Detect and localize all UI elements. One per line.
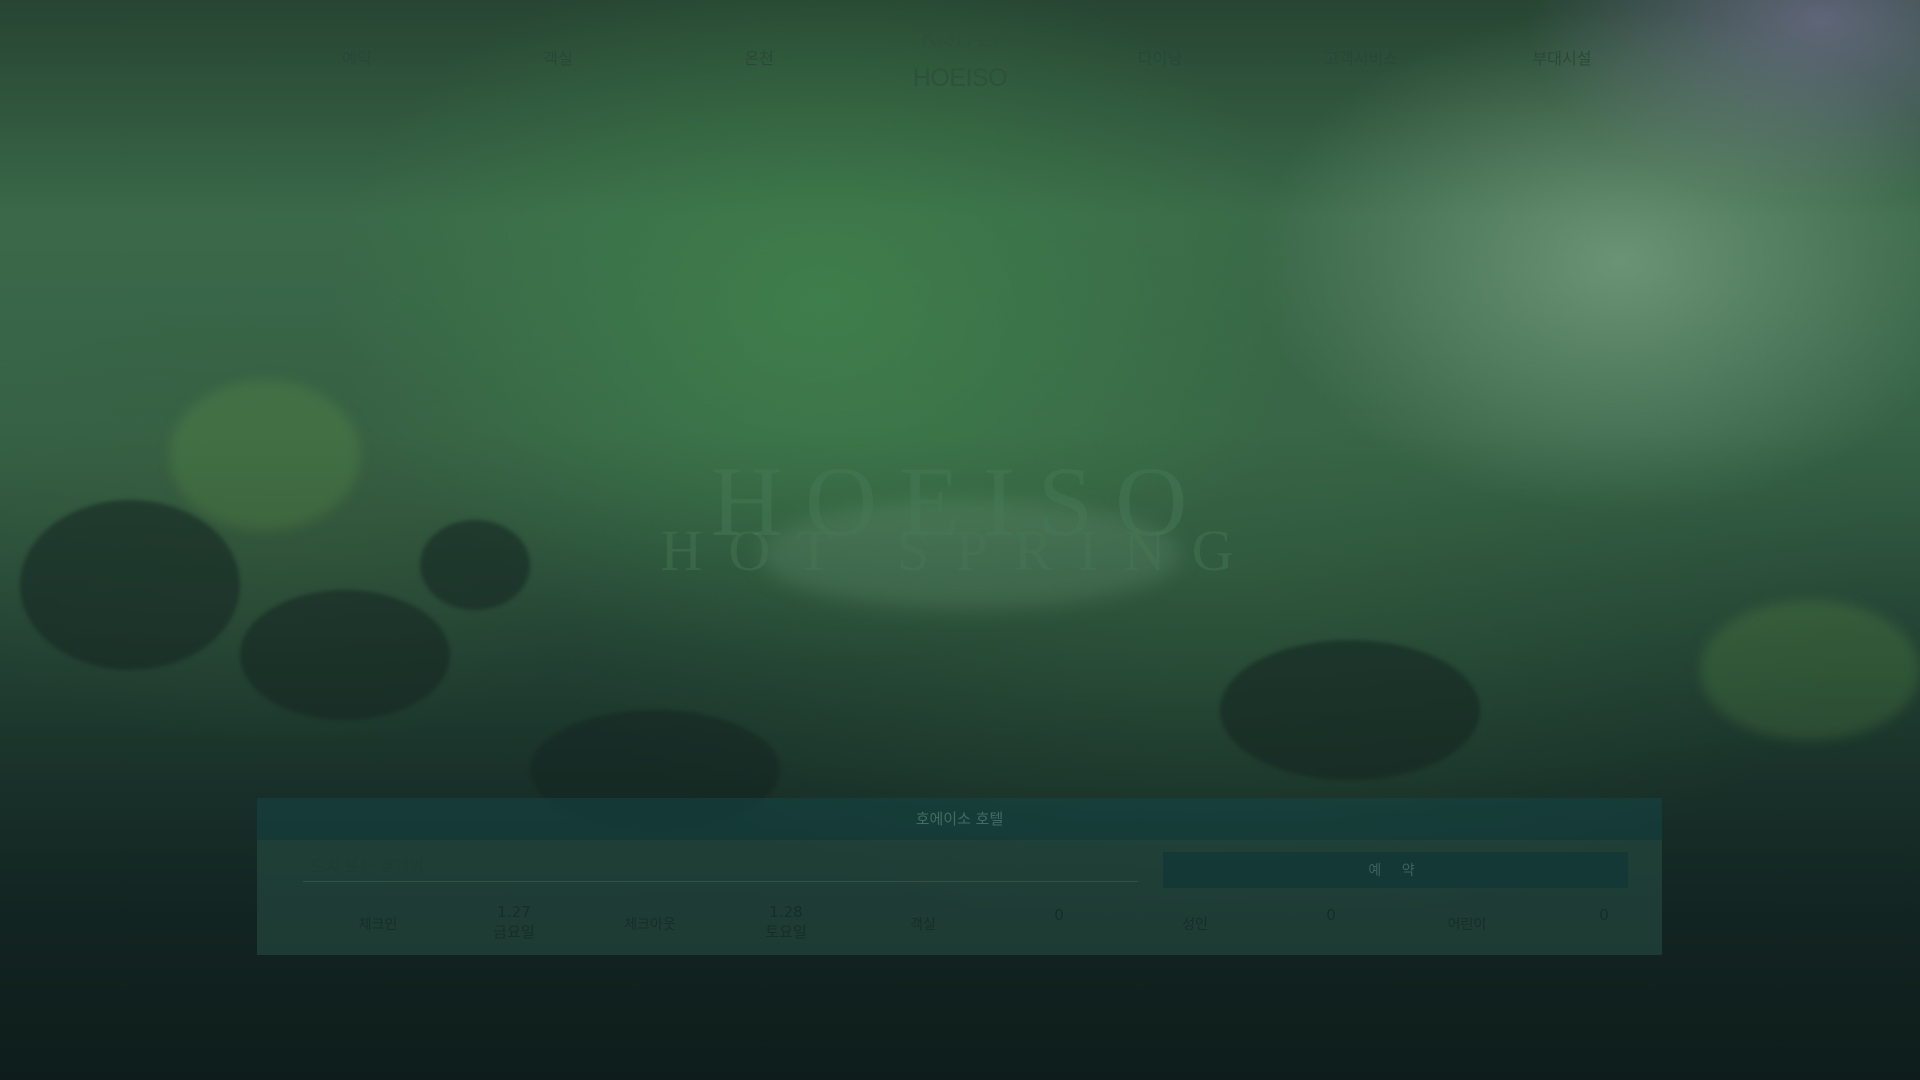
nav-item-hot-spring[interactable]: 온천 xyxy=(744,45,773,69)
foliage-left xyxy=(170,380,360,530)
booking-options-row: 체크인 1.27 금요일 체크아웃 1.28 토요일 객실 0 성인 0 어린이… xyxy=(257,902,1662,948)
destination-search-input[interactable] xyxy=(303,852,1138,882)
children-label: 어린이 xyxy=(1447,917,1487,933)
foliage-right xyxy=(1700,600,1920,740)
reserve-button[interactable]: 예 약 xyxy=(1163,852,1628,888)
booking-widget: 호에이소 호텔 예 약 체크인 1.27 금요일 체크아웃 1.28 토요일 객… xyxy=(257,798,1662,955)
nav-item-rooms[interactable]: 객실 xyxy=(543,45,572,69)
page: 예약 객실 온천 KIJITEI HOEISO 다이닝 고객서비스 부대시설 H… xyxy=(0,0,1920,1080)
checkout-day: 토요일 xyxy=(765,923,807,941)
nav-item-dining[interactable]: 다이닝 xyxy=(1138,45,1182,69)
logo-line1: KIJITEI xyxy=(920,24,1000,52)
top-nav: 예약 객실 온천 KIJITEI HOEISO 다이닝 고객서비스 부대시설 xyxy=(0,0,1920,110)
rock-2 xyxy=(240,590,450,720)
children-count[interactable]: 0 xyxy=(1536,906,1672,924)
rooms-count[interactable]: 0 xyxy=(991,906,1127,924)
checkin-label: 체크인 xyxy=(358,917,398,933)
rock-5 xyxy=(1220,640,1480,780)
adults-label: 성인 xyxy=(1182,917,1208,933)
rooms-label: 객실 xyxy=(910,917,936,933)
checkin-date-picker[interactable]: 1.27 금요일 xyxy=(446,902,582,942)
booking-body: 예 약 체크인 1.27 금요일 체크아웃 1.28 토요일 객실 0 성인 0… xyxy=(257,840,1662,955)
nav-item-reservation[interactable]: 예약 xyxy=(342,45,371,69)
checkout-date-picker[interactable]: 1.28 토요일 xyxy=(718,902,854,942)
hero-subtitle: HOT SPRING xyxy=(660,518,1260,583)
logo[interactable]: KIJITEI HOEISO xyxy=(912,18,1008,98)
checkout-date: 1.28 xyxy=(769,903,803,921)
booking-hotel-name: 호에이소 호텔 xyxy=(257,798,1662,840)
checkin-date: 1.27 xyxy=(497,903,531,921)
checkout-label: 체크아웃 xyxy=(624,917,676,933)
checkin-day: 금요일 xyxy=(493,923,535,941)
adults-count[interactable]: 0 xyxy=(1263,906,1399,924)
nav-item-facilities[interactable]: 부대시설 xyxy=(1533,45,1592,69)
rock-3 xyxy=(420,520,530,610)
logo-line2: HOEISO xyxy=(912,64,1008,92)
nav-item-customer-service[interactable]: 고객서비스 xyxy=(1324,45,1398,69)
rock-1 xyxy=(20,500,240,670)
